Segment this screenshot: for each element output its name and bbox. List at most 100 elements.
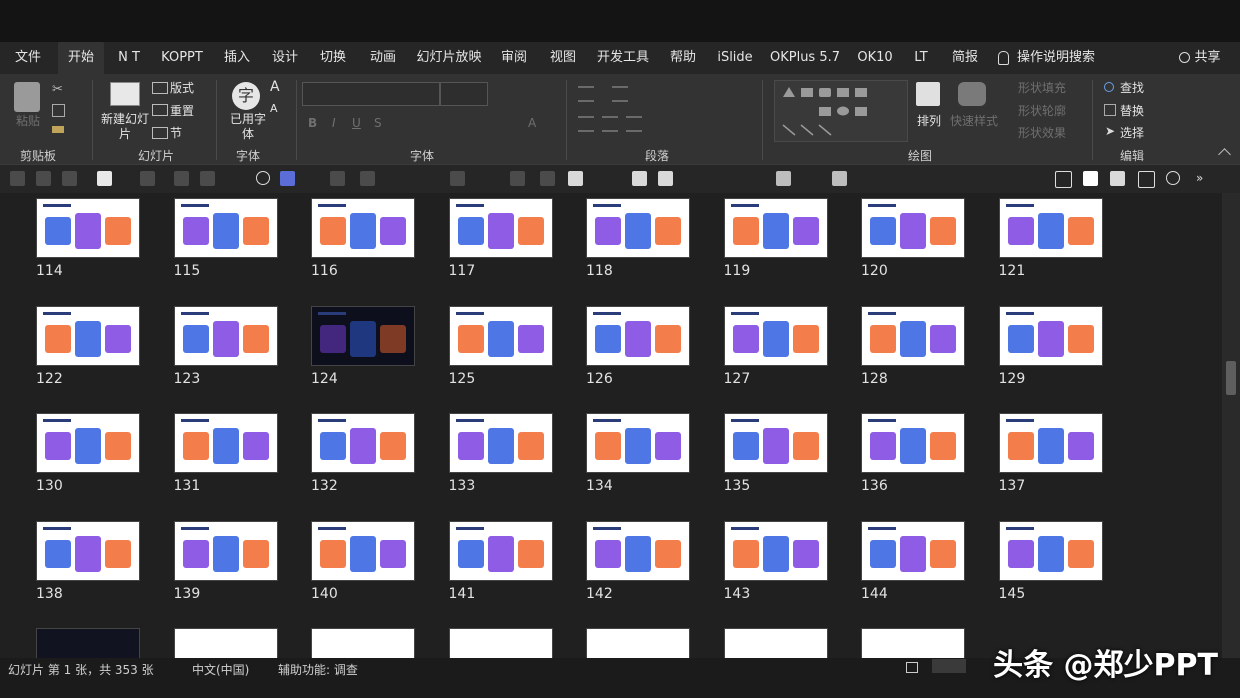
slide-thumbnail[interactable]	[173, 305, 278, 366]
toolbar-icon[interactable]	[540, 171, 555, 186]
slide-thumbnail[interactable]	[586, 520, 690, 581]
shape-effects-button[interactable]: 形状效果	[1018, 124, 1066, 141]
collapse-ribbon-icon[interactable]	[1218, 148, 1231, 161]
increase-font-icon[interactable]: A	[270, 79, 280, 95]
tab-brief[interactable]: 简报	[944, 42, 986, 74]
tab-home[interactable]: 开始	[58, 42, 104, 74]
slide-thumbnail[interactable]	[861, 305, 965, 366]
toolbar-icon[interactable]	[140, 171, 155, 186]
crop-icon[interactable]	[1055, 171, 1072, 188]
tab-koppt[interactable]: KOPPT	[156, 42, 208, 74]
toolbar-icon[interactable]	[632, 171, 647, 186]
decrease-font-icon[interactable]: A	[270, 102, 278, 115]
tab-ok10[interactable]: OK10	[852, 42, 898, 74]
slide-thumbnail[interactable]	[311, 413, 415, 473]
share-button[interactable]: 共享	[1172, 42, 1228, 74]
numbering-icon[interactable]	[612, 86, 628, 102]
white-square-icon[interactable]	[1083, 171, 1098, 186]
normal-view-icon[interactable]	[906, 662, 918, 673]
slide-thumbnail[interactable]	[36, 413, 140, 473]
slide-thumbnail[interactable]	[586, 305, 690, 366]
slide-thumbnail[interactable]	[36, 520, 140, 581]
select-button[interactable]: 选择	[1120, 124, 1144, 141]
toolbar-icon[interactable]	[360, 171, 375, 186]
tab-lt[interactable]: LT	[906, 42, 936, 74]
slide-thumbnail[interactable]	[448, 520, 553, 581]
picture-icon[interactable]	[1138, 171, 1155, 188]
slide-thumbnail[interactable]	[723, 520, 828, 581]
slide-thumbnail[interactable]	[861, 520, 965, 581]
tell-me-search[interactable]: 操作说明搜索	[998, 42, 1108, 74]
new-slide-button[interactable]: 新建幻灯片	[100, 112, 150, 142]
language-status[interactable]: 中文(中国)	[192, 661, 249, 678]
tab-review[interactable]: 审阅	[494, 42, 534, 74]
slide-thumbnail[interactable]	[861, 198, 965, 258]
font-tool-icon[interactable]: 字	[232, 82, 260, 110]
tab-slideshow[interactable]: 幻灯片放映	[414, 42, 484, 74]
tab-transitions[interactable]: 切换	[314, 42, 352, 74]
slide-thumbnail[interactable]	[448, 198, 553, 258]
scrollbar-thumb[interactable]	[1226, 361, 1236, 395]
italic-icon[interactable]: I	[332, 116, 336, 130]
slide-thumbnail[interactable]	[861, 413, 965, 473]
slide-thumbnail-partial[interactable]	[173, 628, 278, 658]
tab-view[interactable]: 视图	[544, 42, 582, 74]
tab-developer[interactable]: 开发工具	[592, 42, 654, 74]
slide-thumbnail[interactable]	[448, 305, 553, 366]
shapes-gallery[interactable]	[774, 80, 908, 142]
layout-button[interactable]: 版式	[170, 79, 194, 96]
slide-thumbnail[interactable]	[586, 198, 690, 258]
bold-icon[interactable]: B	[308, 116, 317, 130]
font-name-select[interactable]	[302, 82, 440, 106]
replace-button[interactable]: 替换	[1120, 102, 1144, 119]
slide-thumbnail[interactable]	[311, 305, 415, 366]
toolbar-icon[interactable]	[510, 171, 525, 186]
circle-icon[interactable]	[256, 171, 270, 185]
slide-thumbnail-partial[interactable]	[723, 628, 828, 658]
reset-button[interactable]: 重置	[170, 102, 194, 119]
shape-outline-button[interactable]: 形状轮廓	[1018, 102, 1066, 119]
paste-button[interactable]: 粘贴	[16, 112, 40, 129]
bullets-icon[interactable]	[578, 86, 594, 102]
cut-icon[interactable]: ✂	[52, 82, 63, 97]
slide-thumbnail[interactable]	[311, 520, 415, 581]
section-button[interactable]: 节	[170, 124, 182, 141]
tab-design[interactable]: 设计	[266, 42, 304, 74]
text-box-icon[interactable]	[97, 171, 112, 186]
slide-thumbnail[interactable]	[723, 413, 828, 473]
arrange-icon[interactable]	[916, 82, 940, 106]
slide-thumbnail[interactable]	[586, 413, 690, 473]
accessibility-status[interactable]: 辅助功能: 调查	[278, 661, 358, 678]
more-icon[interactable]: »	[1196, 171, 1211, 186]
toolbar-icon[interactable]	[200, 171, 215, 186]
slide-thumbnail[interactable]	[173, 520, 278, 581]
slide-thumbnail[interactable]	[998, 520, 1103, 581]
toolbar-icon[interactable]	[658, 171, 673, 186]
tab-okplus[interactable]: OKPlus 5.7	[768, 42, 842, 74]
slide-sorter-view-icon[interactable]	[932, 659, 966, 673]
tab-nt[interactable]: N T	[112, 42, 146, 74]
paste-icon[interactable]	[14, 82, 40, 112]
quick-styles-button[interactable]: 快速样式	[950, 112, 998, 129]
shape-fill-button[interactable]: 形状填充	[1018, 79, 1066, 96]
toolbar-icon[interactable]	[62, 171, 77, 186]
common-font-button[interactable]: 已用字体	[228, 112, 268, 142]
toolbar-icon[interactable]	[832, 171, 847, 186]
new-slide-icon[interactable]	[110, 82, 140, 106]
slide-thumbnail-partial[interactable]	[311, 628, 415, 658]
text-format-icon[interactable]	[568, 171, 583, 186]
align-left-icon[interactable]	[578, 116, 594, 132]
toolbar-icon[interactable]	[174, 171, 189, 186]
slide-thumbnail[interactable]	[173, 198, 278, 258]
toolbar-icon[interactable]	[450, 171, 465, 186]
slide-thumbnail[interactable]	[311, 198, 415, 258]
slide-thumbnail-partial[interactable]	[861, 628, 965, 658]
slide-thumbnail-partial[interactable]	[448, 628, 553, 658]
tab-insert[interactable]: 插入	[218, 42, 256, 74]
underline-icon[interactable]: U	[352, 116, 361, 130]
find-button[interactable]: 查找	[1120, 79, 1144, 96]
slide-thumbnail[interactable]	[998, 413, 1103, 473]
font-size-select[interactable]	[440, 82, 488, 106]
slide-thumbnail[interactable]	[36, 198, 140, 258]
tab-islide[interactable]: iSlide	[712, 42, 758, 74]
